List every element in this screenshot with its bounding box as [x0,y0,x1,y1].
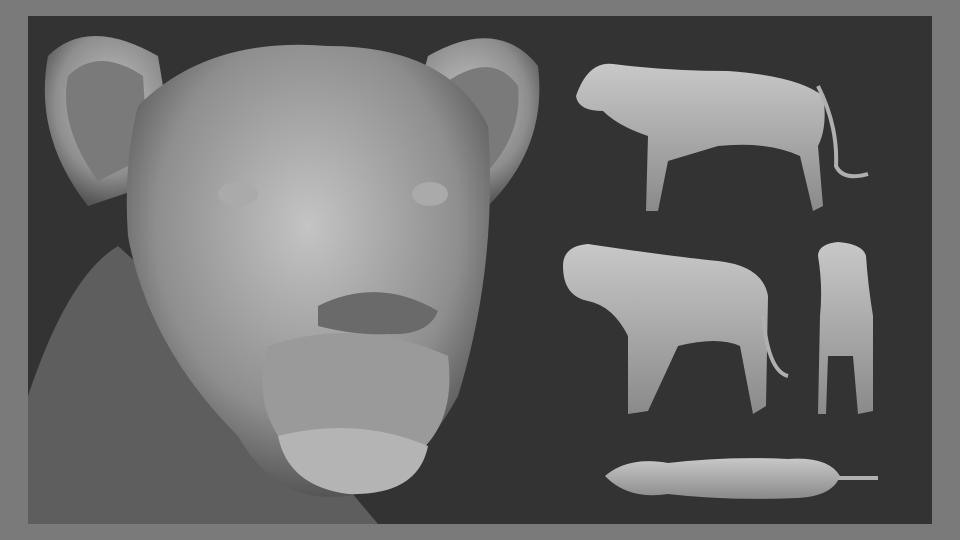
lioness-sculpt-render [28,36,878,524]
front-view [818,242,873,414]
side-view [576,63,869,212]
head-closeup [28,36,540,524]
top-view [605,458,878,499]
render-canvas [28,16,932,524]
three-quarter-view [563,244,789,414]
